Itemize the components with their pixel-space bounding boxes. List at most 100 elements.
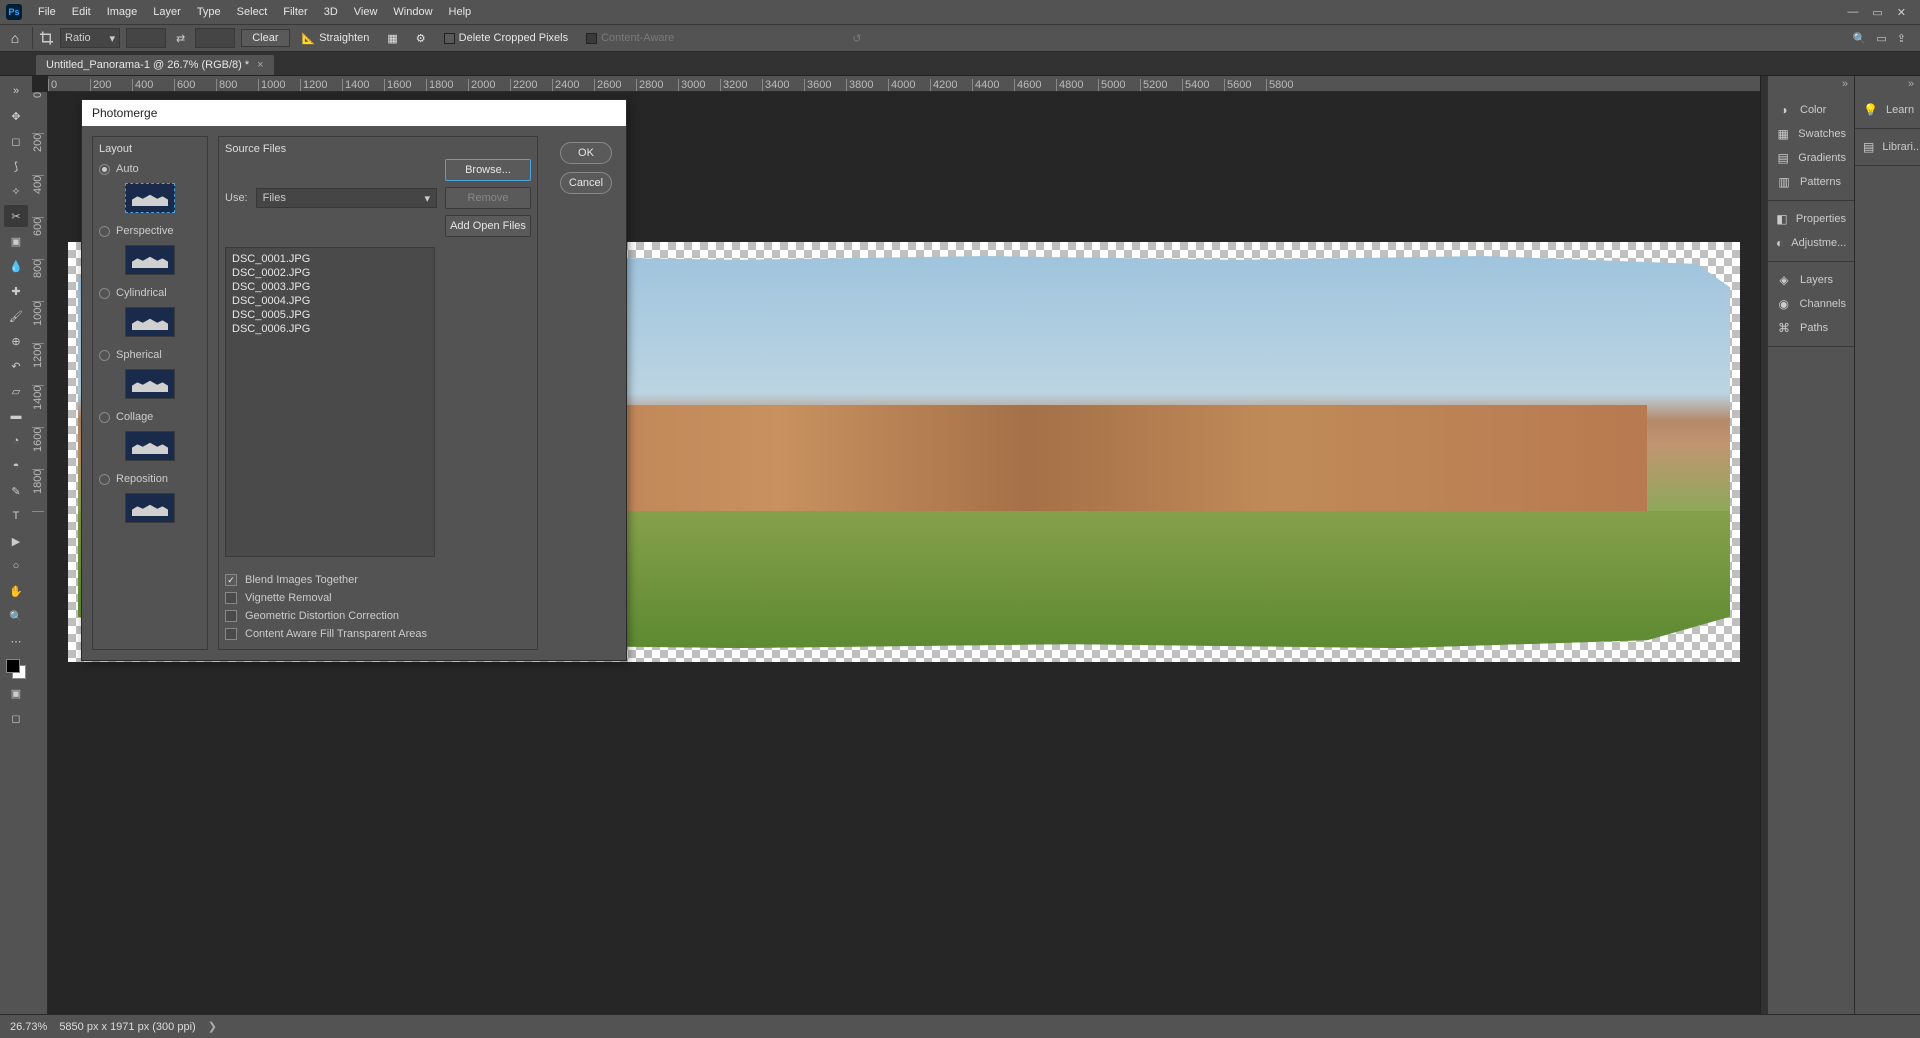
height-input[interactable] [195,28,235,48]
workspace-icon[interactable]: ▭ [1876,32,1886,45]
learn-panel-tab[interactable]: 💡Learn [1855,98,1920,122]
panel-tab-color[interactable]: ◑Color [1768,98,1854,122]
menu-image[interactable]: Image [99,6,146,18]
menu-filter[interactable]: Filter [275,6,315,18]
doc-info[interactable]: 5850 px x 1971 px (300 ppi) [59,1021,195,1033]
collapse-panels-icon[interactable]: » [1855,76,1920,92]
panel-tab-layers[interactable]: ◈Layers [1768,268,1854,292]
panel-tab-gradients[interactable]: ▤Gradients [1768,146,1854,170]
menu-window[interactable]: Window [385,6,440,18]
panel-tab-paths[interactable]: ⌘Paths [1768,316,1854,340]
remove-button[interactable]: Remove [445,187,531,209]
file-list-item[interactable]: DSC_0002.JPG [232,266,428,280]
delete-cropped-checkbox[interactable]: Delete Cropped Pixels [438,32,574,44]
doc-info-chevron-icon[interactable]: ❯ [208,1020,217,1033]
menu-file[interactable]: File [30,6,64,18]
brush-tool[interactable]: 🖌 [4,305,28,327]
radio-icon [99,474,110,485]
close-icon[interactable]: ✕ [1897,6,1906,19]
zoom-level[interactable]: 26.73% [10,1021,47,1033]
path-select-tool[interactable]: ▶ [4,530,28,552]
use-dropdown[interactable]: Files▾ [256,188,437,208]
panel-tab-patterns[interactable]: ▥Patterns [1768,170,1854,194]
straighten-button[interactable]: 📐 Straighten [296,32,376,45]
file-list-item[interactable]: DSC_0005.JPG [232,308,428,322]
pen-tool[interactable]: ✎ [4,480,28,502]
menu-3d[interactable]: 3D [316,6,346,18]
add-open-files-button[interactable]: Add Open Files [445,215,531,237]
quick-mask-icon[interactable]: ▣ [4,682,28,704]
close-tab-icon[interactable]: × [257,59,263,71]
menu-view[interactable]: View [346,6,386,18]
grid-overlay-icon[interactable]: ▦ [381,32,403,45]
menu-help[interactable]: Help [441,6,480,18]
healing-brush-tool[interactable]: ✚ [4,280,28,302]
file-list-item[interactable]: DSC_0006.JPG [232,322,428,336]
crop-tool[interactable]: ✂ [4,205,28,227]
blur-tool[interactable]: ◔ [4,430,28,452]
frame-tool[interactable]: ▣ [4,230,28,252]
option-check-blend-images-together[interactable]: Blend Images Together [225,571,531,589]
file-list[interactable]: DSC_0001.JPGDSC_0002.JPGDSC_0003.JPGDSC_… [225,247,435,557]
marquee-tool[interactable]: ◻ [4,130,28,152]
gradient-tool[interactable]: ▬ [4,405,28,427]
move-tool[interactable]: ✥ [4,105,28,127]
browse-button[interactable]: Browse... [445,159,531,181]
width-input[interactable] [126,28,166,48]
swap-icon[interactable]: ⇄ [172,32,189,45]
menu-layer[interactable]: Layer [145,6,189,18]
ok-button[interactable]: OK [560,142,612,164]
layout-radio-auto[interactable]: Auto [99,159,201,179]
magic-wand-tool[interactable]: ✧ [4,180,28,202]
shape-tool[interactable]: ○ [4,555,28,577]
file-list-item[interactable]: DSC_0003.JPG [232,280,428,294]
hand-tool[interactable]: ✋ [4,580,28,602]
zoom-tool[interactable]: 🔍 [4,605,28,627]
color-swatch[interactable] [6,659,26,679]
history-brush-tool[interactable]: ↶ [4,355,28,377]
maximize-icon[interactable]: ▭ [1872,6,1882,19]
panel-tab-properties[interactable]: ◧Properties [1768,207,1854,231]
layout-radio-reposition[interactable]: Reposition [99,469,201,489]
file-list-item[interactable]: DSC_0004.JPG [232,294,428,308]
collapse-panels-icon[interactable]: » [1768,76,1854,92]
share-icon[interactable]: ⇪ [1897,32,1906,45]
file-list-item[interactable]: DSC_0001.JPG [232,252,428,266]
eyedropper-tool[interactable]: 💧 [4,255,28,277]
layout-radio-cylindrical[interactable]: Cylindrical [99,283,201,303]
cancel-button[interactable]: Cancel [560,172,612,194]
layout-radio-spherical[interactable]: Spherical [99,345,201,365]
clear-button[interactable]: Clear [241,29,289,47]
panel-tab-adjustme[interactable]: ◐Adjustme... [1768,231,1854,255]
checkbox-icon [444,33,455,44]
crop-tool-icon[interactable] [32,27,54,49]
option-check-vignette-removal[interactable]: Vignette Removal [225,589,531,607]
type-tool[interactable]: T [4,505,28,527]
content-aware-checkbox[interactable]: Content-Aware [580,32,680,44]
option-check-geometric-distortion-correction[interactable]: Geometric Distortion Correction [225,607,531,625]
layout-radio-collage[interactable]: Collage [99,407,201,427]
panel-tab-swatches[interactable]: ▦Swatches [1768,122,1854,146]
dialog-title-bar[interactable]: Photomerge [82,100,626,126]
minimize-icon[interactable]: — [1847,6,1858,19]
eraser-tool[interactable]: ▱ [4,380,28,402]
dodge-tool[interactable]: ◓ [4,455,28,477]
home-icon[interactable]: ⌂ [4,27,26,49]
menu-edit[interactable]: Edit [64,6,99,18]
menu-type[interactable]: Type [189,6,229,18]
screen-mode-icon[interactable]: ◻ [4,707,28,729]
clone-stamp-tool[interactable]: ⊕ [4,330,28,352]
option-check-content-aware-fill-transparent-areas[interactable]: Content Aware Fill Transparent Areas [225,625,531,643]
panel-tab-channels[interactable]: ◉Channels [1768,292,1854,316]
chevron-icon[interactable]: » [4,80,28,102]
ratio-dropdown[interactable]: Ratio▾ [60,28,120,48]
menu-select[interactable]: Select [229,6,276,18]
reset-crop-icon[interactable]: ↺ [846,32,867,45]
more-tools-icon[interactable]: ⋯ [4,630,28,652]
lasso-tool[interactable]: ⟆ [4,155,28,177]
layout-radio-perspective[interactable]: Perspective [99,221,201,241]
libraries-panel-tab[interactable]: ▤Librari... [1855,135,1920,159]
search-icon[interactable]: 🔍 [1853,32,1867,45]
document-tab[interactable]: Untitled_Panorama-1 @ 26.7% (RGB/8) * × [36,55,274,75]
crop-options-icon[interactable]: ⚙ [410,32,432,45]
